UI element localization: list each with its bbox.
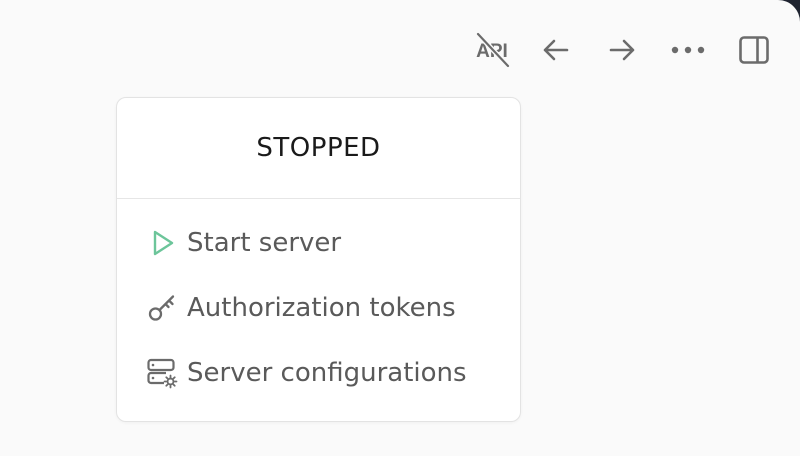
server-menu-popover: STOPPED Start server Authorization token…: [116, 97, 521, 422]
server-configurations-item[interactable]: Server configurations: [117, 340, 520, 405]
top-toolbar: API: [470, 30, 780, 70]
more-horizontal-icon: [671, 46, 705, 54]
arrow-right-icon: [609, 39, 635, 61]
server-status-text: STOPPED: [256, 133, 381, 163]
server-settings-icon: [145, 356, 179, 390]
api-toggle-button[interactable]: API: [470, 30, 514, 70]
start-server-label: Start server: [187, 227, 342, 258]
authorization-tokens-label: Authorization tokens: [187, 292, 456, 323]
server-status-header: STOPPED: [117, 98, 520, 199]
authorization-tokens-item[interactable]: Authorization tokens: [117, 275, 520, 340]
toggle-sidebar-button[interactable]: [732, 30, 776, 70]
key-icon: [145, 291, 179, 325]
start-server-item[interactable]: Start server: [117, 210, 520, 275]
server-menu-list: Start server Authorization tokens Server…: [117, 210, 520, 405]
app-window: API: [0, 0, 800, 456]
play-icon: [145, 226, 179, 260]
back-button[interactable]: [534, 30, 578, 70]
api-disabled-icon: API: [476, 32, 510, 68]
arrow-left-icon: [543, 39, 569, 61]
more-options-button[interactable]: [666, 30, 710, 70]
server-configurations-label: Server configurations: [187, 357, 467, 388]
sidebar-panel-icon: [739, 36, 769, 64]
forward-button[interactable]: [600, 30, 644, 70]
